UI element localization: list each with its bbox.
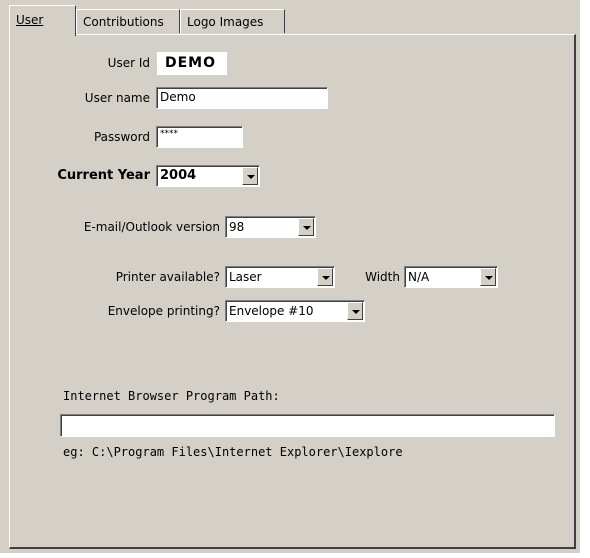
tab-user[interactable]: User [9, 5, 76, 36]
tab-logo-images[interactable]: Logo Images [180, 9, 285, 33]
user-tab-panel [9, 34, 576, 549]
tab-contributions-label: Contributions [83, 15, 164, 29]
tab-contributions[interactable]: Contributions [76, 9, 180, 33]
tab-logo-images-label: Logo Images [187, 15, 264, 29]
tab-user-label: User [16, 13, 44, 27]
user-settings-dialog: User Contributions Logo Images User Id D… [0, 0, 580, 553]
